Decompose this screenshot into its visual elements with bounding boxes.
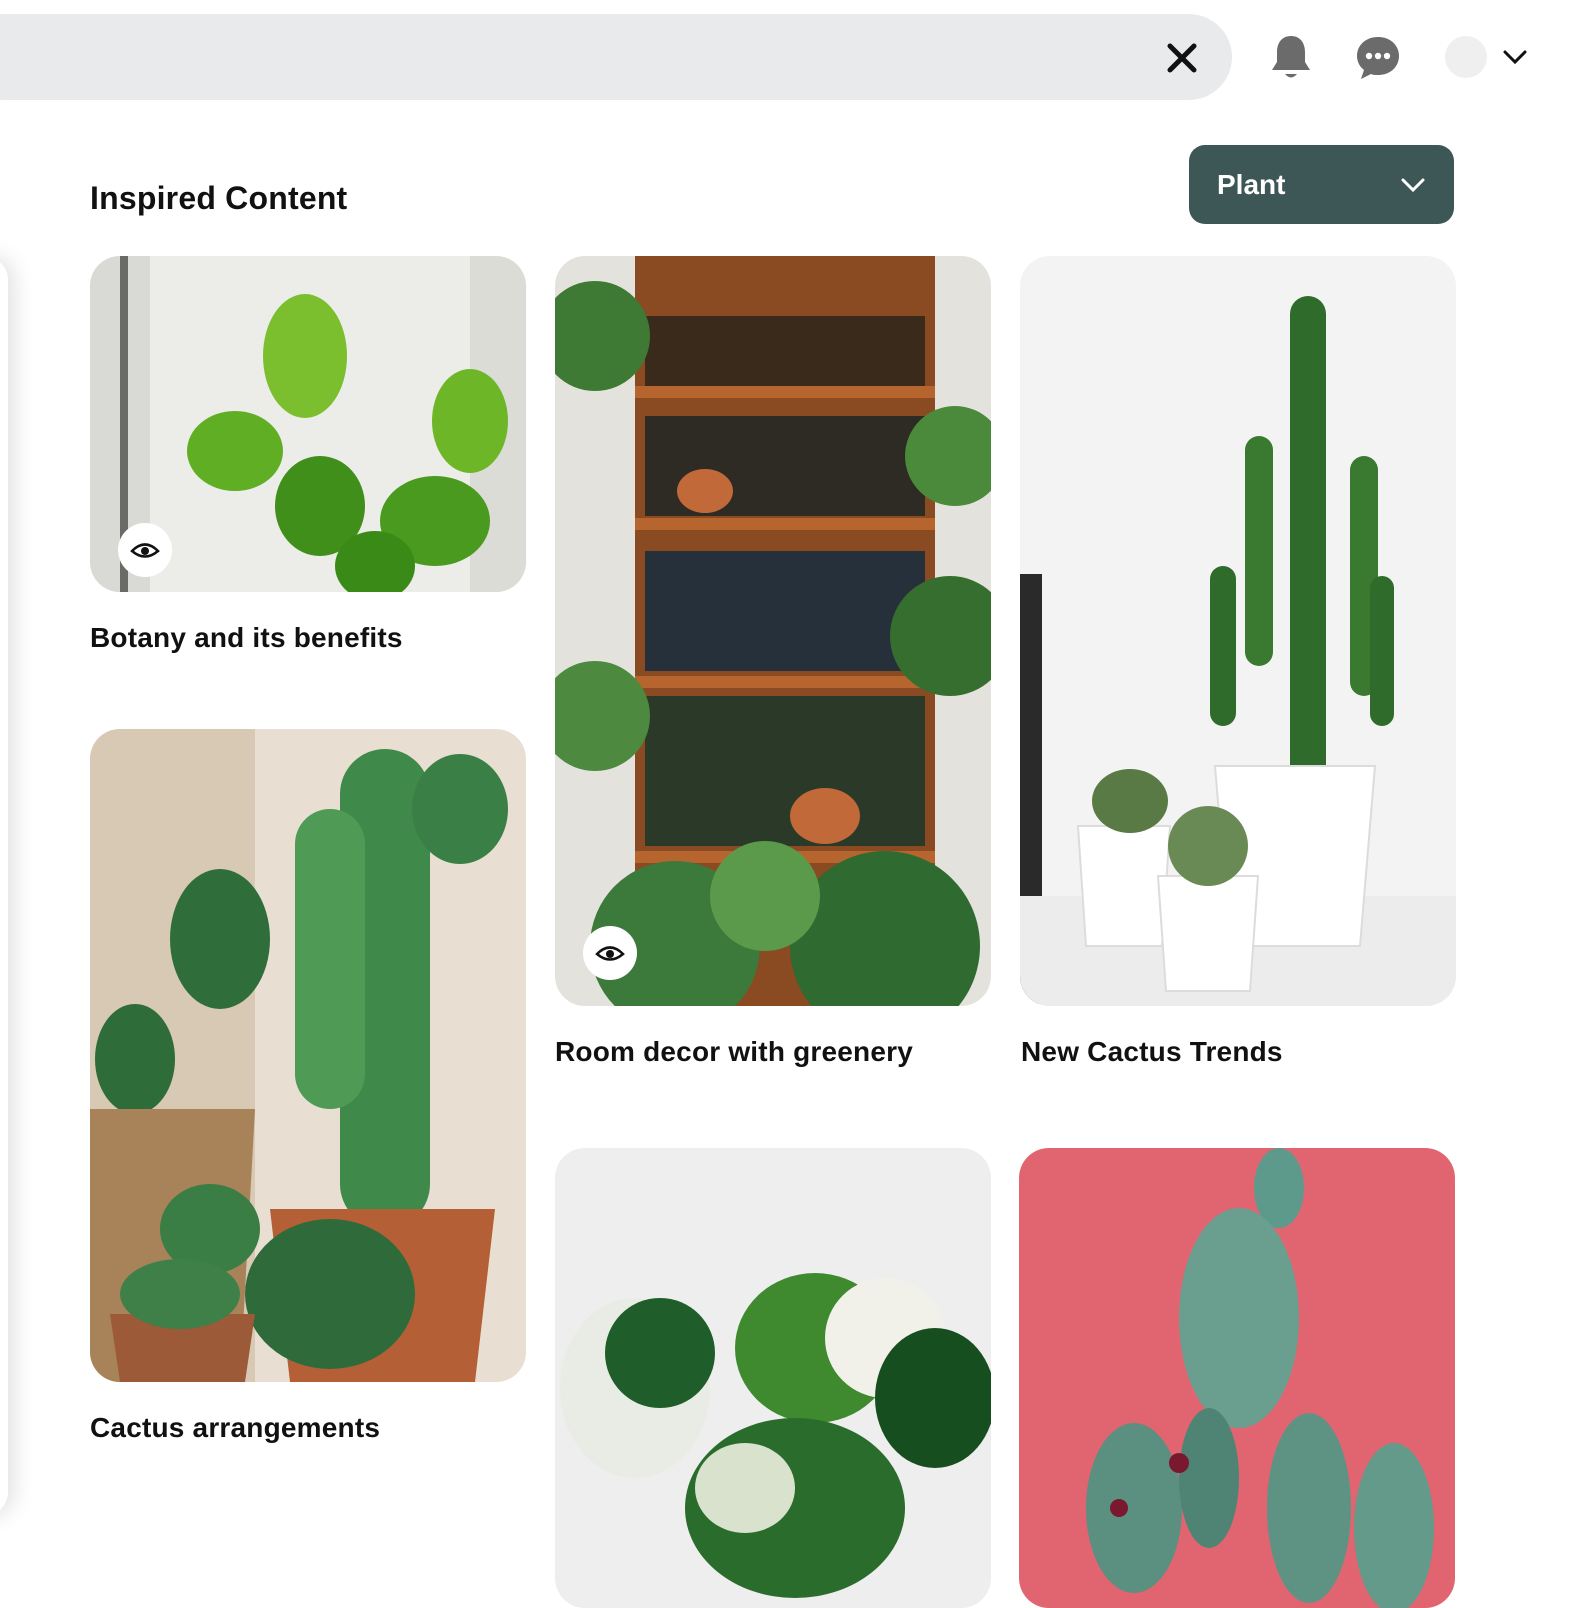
chevron-down-icon [1503,50,1527,65]
side-panel [0,256,8,1516]
card-caption[interactable]: Cactus arrangements [90,1412,380,1444]
account-menu-button[interactable] [1502,46,1528,68]
cactus-photo [90,729,526,1382]
preview-button[interactable] [118,523,172,577]
cactus-photo [1019,1148,1455,1608]
filter-selected-value: Plant [1217,168,1286,200]
card-image-pink-cactus[interactable] [1019,1148,1455,1608]
card-caption[interactable]: Room decor with greenery [555,1036,913,1068]
bell-icon [1272,36,1310,78]
section-title: Inspired Content [90,180,348,216]
bookshelf-photo [555,256,991,1006]
card-image-cactus-trends[interactable] [1020,256,1456,1006]
preview-button[interactable] [583,926,637,980]
eye-icon [595,946,625,961]
card-image-monstera[interactable] [555,1148,991,1608]
category-filter-dropdown[interactable]: Plant [1189,145,1454,224]
cactus-photo [1020,256,1456,1006]
eye-icon [130,543,160,558]
card-caption[interactable]: Botany and its benefits [90,622,403,654]
search-bar[interactable] [0,14,1232,100]
notifications-button[interactable] [1268,32,1314,82]
chevron-down-icon [1401,178,1425,192]
card-image-room-decor[interactable] [555,256,991,1006]
card-image-cactus-arrangements[interactable] [90,729,526,1382]
monstera-photo [555,1148,991,1608]
clear-search-button[interactable] [1160,36,1204,80]
messages-button[interactable] [1354,34,1402,82]
close-icon [1167,43,1197,73]
card-caption[interactable]: New Cactus Trends [1021,1036,1283,1068]
chat-bubble-icon [1357,37,1399,79]
avatar[interactable] [1445,36,1487,78]
